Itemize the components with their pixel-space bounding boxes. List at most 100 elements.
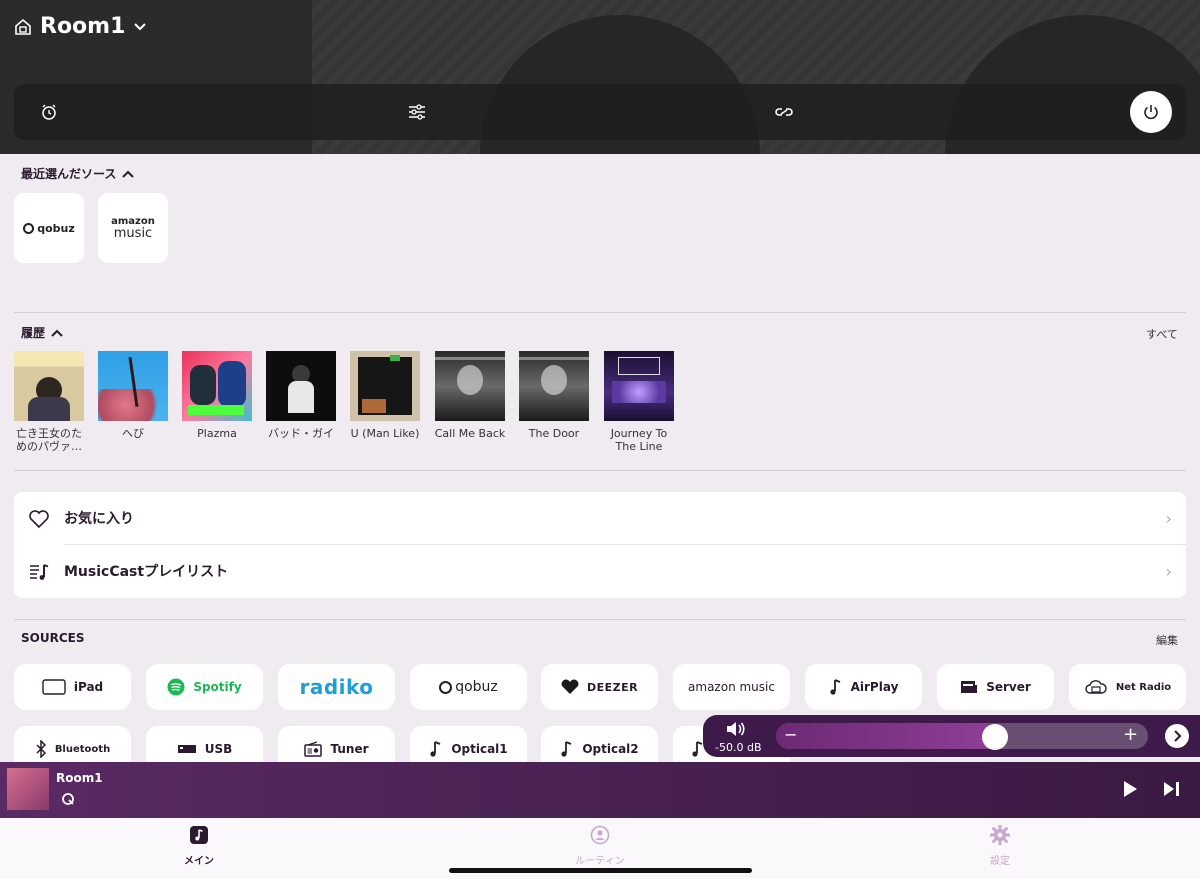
- deezer-heart-icon: [561, 679, 579, 694]
- source-net-radio-button[interactable]: Net Radio: [1069, 664, 1186, 710]
- source-label: Optical2: [582, 742, 639, 756]
- cloud-radio-icon: [1085, 680, 1107, 694]
- history-item[interactable]: バッド・ガイ: [265, 351, 337, 453]
- sliders-icon: [409, 104, 425, 120]
- chevron-up-icon: [122, 170, 135, 178]
- favorites-row[interactable]: お気に入り ›: [14, 492, 1186, 544]
- musiccast-playlists-row[interactable]: MusicCastプレイリスト ›: [14, 545, 1186, 597]
- skip-next-icon[interactable]: [1162, 780, 1182, 798]
- source-label: AirPlay: [850, 680, 899, 694]
- now-playing-artwork: [7, 768, 49, 810]
- history-item[interactable]: へび: [97, 351, 169, 453]
- qobuz-source-icon: [62, 793, 74, 805]
- gear-icon: [990, 825, 1010, 845]
- history-item[interactable]: Journey To The Line (Liv…: [603, 351, 675, 453]
- volume-slider-track[interactable]: [776, 723, 1148, 749]
- link-rooms-button[interactable]: [772, 100, 796, 124]
- alarm-button[interactable]: [37, 100, 61, 124]
- tab-routine[interactable]: ルーティン: [540, 824, 660, 867]
- sources-title: SOURCES: [21, 631, 85, 645]
- qobuz-q-icon: [439, 680, 453, 694]
- tab-label: ルーティン: [575, 856, 625, 867]
- mini-player[interactable]: Room1: [0, 762, 1200, 818]
- source-qobuz-button[interactable]: qobuz: [410, 664, 527, 710]
- recent-sources-header[interactable]: 最近選んだソース: [21, 165, 135, 182]
- music-note-icon: [561, 741, 572, 757]
- link-icon: [775, 108, 793, 116]
- sources-edit-link[interactable]: 編集: [1156, 632, 1178, 648]
- history-item[interactable]: Call Me Back: [434, 351, 506, 453]
- history-item-title: Journey To The Line (Liv…: [610, 427, 668, 453]
- source-label: qobuz: [455, 679, 498, 695]
- bluetooth-icon: [36, 740, 46, 758]
- history-item[interactable]: Plazma: [181, 351, 253, 453]
- equalizer-button[interactable]: [405, 100, 429, 124]
- room-name: Room1: [40, 14, 126, 39]
- volume-slider-fill: [776, 723, 996, 749]
- speaker-volume-icon[interactable]: [725, 720, 747, 738]
- source-server-button[interactable]: Server: [937, 664, 1054, 710]
- source-label: radiko: [299, 675, 374, 699]
- spotify-icon: [167, 678, 185, 696]
- power-button[interactable]: [1130, 91, 1172, 133]
- recent-sources-title: 最近選んだソース: [21, 167, 117, 181]
- source-amazon-music-button[interactable]: amazon music: [673, 664, 790, 710]
- power-icon: [1144, 105, 1158, 120]
- play-icon[interactable]: [1122, 780, 1138, 798]
- tab-main[interactable]: メイン: [139, 824, 259, 867]
- history-item-title: バッド・ガイ: [268, 427, 334, 440]
- qobuz-logo: qobuz: [23, 222, 75, 235]
- source-airplay-button[interactable]: AirPlay: [805, 664, 922, 710]
- volume-panel-next-button[interactable]: [1165, 724, 1189, 748]
- source-label: Spotify: [193, 680, 242, 694]
- tab-settings[interactable]: 設定: [940, 824, 1060, 867]
- tab-label: 設定: [990, 856, 1010, 867]
- chevron-right-icon: [1174, 730, 1182, 742]
- source-spotify-button[interactable]: Spotify: [146, 664, 263, 710]
- history-title: 履歴: [21, 326, 46, 340]
- room-selector[interactable]: Room1: [14, 14, 147, 39]
- album-art: [14, 351, 84, 421]
- history-item-title: Call Me Back: [434, 427, 506, 440]
- tab-label: メイン: [184, 856, 214, 867]
- music-note-icon: [830, 679, 840, 695]
- history-header[interactable]: 履歴: [21, 324, 63, 341]
- recent-source-qobuz[interactable]: qobuz: [14, 193, 84, 263]
- source-label: USB: [204, 742, 233, 756]
- history-item-title: The Door: [528, 427, 580, 440]
- album-art: [266, 351, 336, 421]
- history-item[interactable]: The Door: [518, 351, 590, 453]
- volume-down-button[interactable]: −: [784, 725, 797, 744]
- qobuz-q-icon: [23, 222, 35, 234]
- heart-icon: [29, 510, 49, 529]
- house-icon: [15, 18, 31, 35]
- library-list: お気に入り › MusicCastプレイリスト ›: [14, 492, 1186, 598]
- routine-person-icon: [590, 825, 610, 845]
- volume-db-readout: -50.0 dB: [715, 741, 762, 754]
- usb-icon: [177, 745, 196, 753]
- album-art: [519, 351, 589, 421]
- volume-up-button[interactable]: +: [1123, 724, 1138, 745]
- now-playing-room: Room1: [56, 771, 103, 785]
- history-item[interactable]: U (Man Like): [349, 351, 421, 453]
- room-header: Room1: [0, 0, 1200, 154]
- source-radiko-button[interactable]: radiko: [278, 664, 395, 710]
- chevron-down-icon: [134, 22, 147, 30]
- music-note-icon: [430, 741, 441, 757]
- qobuz-label: qobuz: [37, 221, 75, 235]
- album-art: [98, 351, 168, 421]
- source-ipad-button[interactable]: iPad: [14, 664, 131, 710]
- history-item[interactable]: 亡き王女のためのパヴァ…: [13, 351, 85, 453]
- source-deezer-button[interactable]: DEEZER: [541, 664, 658, 710]
- divider: [14, 470, 1186, 471]
- history-see-all-link[interactable]: すべて: [1146, 326, 1178, 342]
- history-item-title: へび: [122, 427, 144, 440]
- recent-source-amazon-music[interactable]: amazon music: [98, 193, 168, 263]
- album-art: [435, 351, 505, 421]
- chevron-right-icon: ›: [1165, 561, 1172, 581]
- tablet-icon: [42, 679, 66, 695]
- favorites-label: お気に入り: [64, 511, 134, 527]
- server-icon: [961, 681, 978, 693]
- home-indicator: [449, 868, 752, 873]
- source-label: Optical1: [451, 742, 508, 756]
